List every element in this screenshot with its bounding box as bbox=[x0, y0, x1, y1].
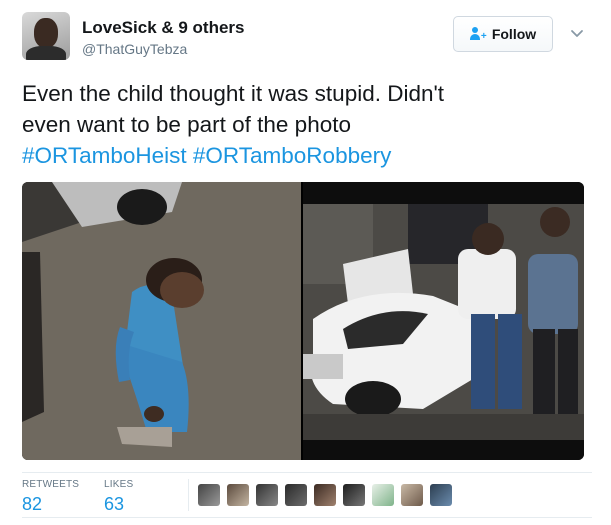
liker-avatar[interactable] bbox=[285, 484, 307, 506]
retweets-count: 82 bbox=[22, 494, 43, 514]
photo-car-men[interactable] bbox=[303, 182, 584, 460]
liker-avatar[interactable] bbox=[256, 484, 278, 506]
retweets-label: RETWEETS bbox=[22, 479, 80, 490]
user-display-name[interactable]: LoveSick & 9 others bbox=[82, 18, 245, 38]
avatar-head bbox=[34, 18, 58, 48]
photo-car-men-scene bbox=[303, 204, 584, 440]
tweet-text: Even the child thought it was stupid. Di… bbox=[22, 78, 592, 171]
hashtag-ortamborobbery[interactable]: #ORTamboRobbery bbox=[193, 143, 391, 168]
stats-divider bbox=[188, 479, 189, 511]
likes-stat[interactable]: LIKES 63 bbox=[104, 479, 133, 515]
avatar[interactable] bbox=[22, 12, 70, 60]
tweet-stats: RETWEETS 82 LIKES 63 bbox=[22, 472, 592, 518]
tweet-media bbox=[22, 182, 584, 460]
liker-avatar[interactable] bbox=[430, 484, 452, 506]
likes-count: 63 bbox=[104, 494, 125, 514]
tweet-header: LoveSick & 9 others @ThatGuyTebza + Foll… bbox=[22, 12, 592, 62]
tweet-text-line-1: Even the child thought it was stupid. Di… bbox=[22, 81, 445, 106]
liker-avatar[interactable] bbox=[314, 484, 336, 506]
liker-avatar[interactable] bbox=[401, 484, 423, 506]
retweets-stat[interactable]: RETWEETS 82 bbox=[22, 479, 79, 515]
follow-label: Follow bbox=[491, 26, 537, 42]
liker-avatar[interactable] bbox=[198, 484, 220, 506]
photo-child[interactable] bbox=[22, 182, 301, 460]
likes-label: LIKES bbox=[104, 479, 134, 490]
user-handle[interactable]: @ThatGuyTebza bbox=[82, 41, 187, 57]
photo-child-illustration bbox=[22, 182, 301, 460]
tweet-text-line-2: even want to be part of the photo bbox=[22, 112, 351, 137]
follow-button[interactable]: + Follow bbox=[453, 16, 553, 52]
photo-car-men-illustration bbox=[303, 204, 584, 440]
avatar-body bbox=[26, 46, 66, 60]
liker-avatar[interactable] bbox=[343, 484, 365, 506]
chevron-down-icon[interactable] bbox=[570, 26, 584, 40]
hashtag-ortamboheist[interactable]: #ORTamboHeist bbox=[22, 143, 187, 168]
follow-person-icon: + bbox=[469, 27, 487, 42]
tweet-hashtags: #ORTamboHeist #ORTamboRobbery bbox=[22, 140, 592, 171]
liker-avatar[interactable] bbox=[227, 484, 249, 506]
liker-avatar[interactable] bbox=[372, 484, 394, 506]
